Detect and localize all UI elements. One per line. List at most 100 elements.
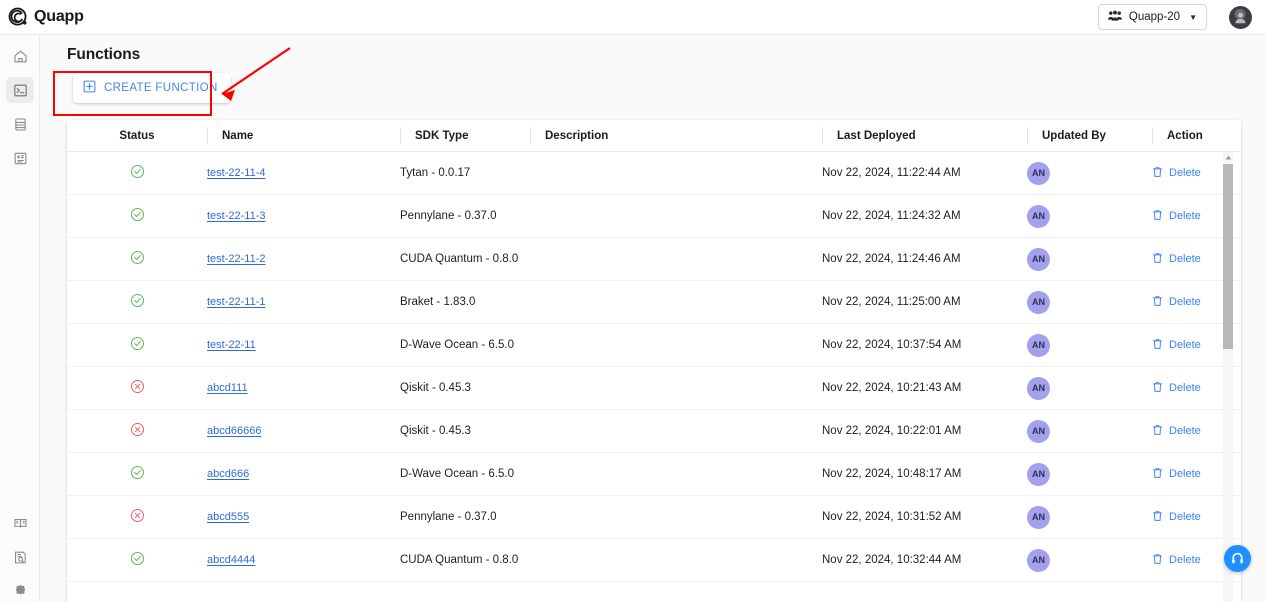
updated-by-cell: AN [1027, 367, 1152, 409]
column-header-last-deployed: Last Deployed [822, 120, 1027, 151]
delete-label: Delete [1169, 210, 1201, 222]
sidebar-item-functions[interactable] [6, 77, 34, 103]
org-selector[interactable]: Quapp-20 ▼ [1097, 4, 1207, 30]
org-selector-label: Quapp-20 [1128, 11, 1181, 23]
function-name-link[interactable]: test-22-11-3 [207, 210, 266, 222]
delete-button[interactable]: Delete [1152, 338, 1201, 353]
status-success-icon [130, 250, 145, 268]
sidebar-item-reports[interactable] [6, 145, 34, 171]
column-divider [400, 127, 401, 144]
column-divider [207, 127, 208, 144]
updated-by-cell: AN [1027, 496, 1152, 538]
function-name-link[interactable]: abcd666 [207, 468, 249, 480]
delete-button[interactable]: Delete [1152, 467, 1201, 482]
brand-name: Quapp [34, 8, 84, 25]
function-name-link[interactable]: test-22-11-4 [207, 167, 266, 179]
brand-logo[interactable]: Quapp [8, 7, 84, 28]
last-deployed-cell: Nov 22, 2024, 10:31:52 AM [822, 511, 962, 523]
left-sidebar [0, 35, 40, 602]
table-row[interactable]: abcd666 D-Wave Ocean - 6.5.0 Nov 22, 2024,… [67, 453, 1241, 496]
table-row[interactable]: test-22-11-1 Braket - 1.83.0 Nov 22, 2024,… [67, 281, 1241, 324]
description-cell [530, 539, 822, 581]
function-name-link[interactable]: test-22-11-1 [207, 296, 266, 308]
status-cell [67, 152, 207, 194]
avatar: AN [1027, 333, 1050, 357]
delete-label: Delete [1169, 425, 1201, 437]
top-bar-right: Quapp-20 ▼ [1097, 4, 1265, 30]
delete-button[interactable]: Delete [1152, 424, 1201, 439]
sdk-type-cell: CUDA Quantum - 0.8.0 [400, 554, 519, 566]
table-body: test-22-11-4 Tytan - 0.0.17 Nov 22, 2024, … [67, 152, 1241, 602]
function-name-link[interactable]: abcd4444 [207, 554, 255, 566]
delete-label: Delete [1169, 253, 1201, 265]
column-header-sdk-type-label: SDK Type [415, 129, 469, 142]
table-row[interactable]: test-22-11-2 CUDA Quantum - 0.8.0 Nov 22, … [67, 238, 1241, 281]
scrollbar-thumb[interactable] [1223, 164, 1233, 349]
table-row[interactable]: test-22-11-3 Pennylane - 0.37.0 Nov 22, 20… [67, 195, 1241, 238]
delete-button[interactable]: Delete [1152, 209, 1201, 224]
function-name-link[interactable]: test-22-11 [207, 339, 256, 351]
user-avatar-icon [1235, 12, 1246, 23]
app-root: Quapp Quapp-20 ▼ Functions CREATE FUNCTI… [0, 0, 1265, 602]
status-success-icon [130, 336, 145, 354]
delete-button[interactable]: Delete [1152, 252, 1201, 267]
table-row[interactable]: abcd555 Pennylane - 0.37.0 Nov 22, 2024, 1… [67, 496, 1241, 539]
sidebar-item-integrations[interactable] [6, 578, 34, 602]
trash-icon [1152, 424, 1163, 439]
status-error-icon [130, 508, 145, 526]
status-success-icon [130, 207, 145, 225]
name-cell: test-22-11-2 [207, 238, 400, 280]
function-name-link[interactable]: abcd111 [207, 382, 248, 394]
updated-by-cell: AN [1027, 539, 1152, 581]
account-avatar[interactable] [1229, 5, 1252, 29]
sidebar-item-audit-log[interactable] [6, 544, 34, 570]
status-error-icon [130, 422, 145, 440]
delete-button[interactable]: Delete [1152, 166, 1201, 181]
scroll-up-arrow-icon[interactable] [1223, 153, 1233, 162]
delete-label: Delete [1169, 468, 1201, 480]
delete-button[interactable]: Delete [1152, 553, 1201, 568]
column-header-description-label: Description [545, 129, 609, 142]
sdk-type-cell: D-Wave Ocean - 6.5.0 [400, 339, 514, 351]
create-function-button[interactable]: CREATE FUNCTION [73, 73, 231, 103]
description-cell [530, 367, 822, 409]
column-header-status: Status [119, 129, 155, 142]
sidebar-item-jobs[interactable] [6, 111, 34, 137]
functions-table-card: Status Name SDK Type Description Last De… [67, 120, 1241, 602]
delete-button[interactable]: Delete [1152, 510, 1201, 525]
column-header-updated-by: Updated By [1027, 120, 1152, 151]
column-header-name-label: Name [222, 129, 254, 142]
status-cell [67, 453, 207, 495]
table-scrollbar[interactable] [1223, 152, 1233, 602]
sdk-type-cell: CUDA Quantum - 0.8.0 [400, 253, 519, 265]
delete-button[interactable]: Delete [1152, 295, 1201, 310]
sidebar-item-docs[interactable] [6, 510, 34, 536]
function-name-link[interactable]: test-22-11-2 [207, 253, 266, 265]
table-row[interactable]: abcd111 Qiskit - 0.45.3 Nov 22, 2024, 10:2… [67, 367, 1241, 410]
updated-by-cell: AN [1027, 152, 1152, 194]
status-success-icon [130, 465, 145, 483]
table-row[interactable]: abcd66666 Qiskit - 0.45.3 Nov 22, 2024, 10… [67, 410, 1241, 453]
description-cell [530, 410, 822, 452]
support-chat-button[interactable] [1224, 545, 1251, 572]
book-open-icon [13, 516, 28, 531]
trash-icon [1152, 166, 1163, 181]
table-row[interactable]: test-22-11-4 Tytan - 0.0.17 Nov 22, 2024, … [67, 152, 1241, 195]
sidebar-bottom-group [0, 507, 40, 602]
function-name-link[interactable]: abcd66666 [207, 425, 261, 437]
description-cell [530, 238, 822, 280]
function-name-link[interactable]: abcd555 [207, 511, 249, 523]
column-header-sdk-type: SDK Type [400, 120, 530, 151]
table-row[interactable]: test-22-11 D-Wave Ocean - 6.5.0 Nov 22, 20… [67, 324, 1241, 367]
delete-button[interactable]: Delete [1152, 381, 1201, 396]
sidebar-item-home[interactable] [6, 43, 34, 69]
updated-by-cell: AN [1027, 410, 1152, 452]
headset-support-icon [1232, 552, 1243, 564]
sdk-type-cell: Qiskit - 0.45.3 [400, 382, 471, 394]
last-deployed-cell: Nov 22, 2024, 11:25:00 AM [822, 296, 961, 308]
avatar: AN [1027, 247, 1050, 271]
updated-by-cell: AN [1027, 281, 1152, 323]
table-row[interactable]: abcd4444 CUDA Quantum - 0.8.0 Nov 22, 2024… [67, 539, 1241, 582]
name-cell: abcd4444 [207, 539, 400, 581]
status-cell [67, 496, 207, 538]
